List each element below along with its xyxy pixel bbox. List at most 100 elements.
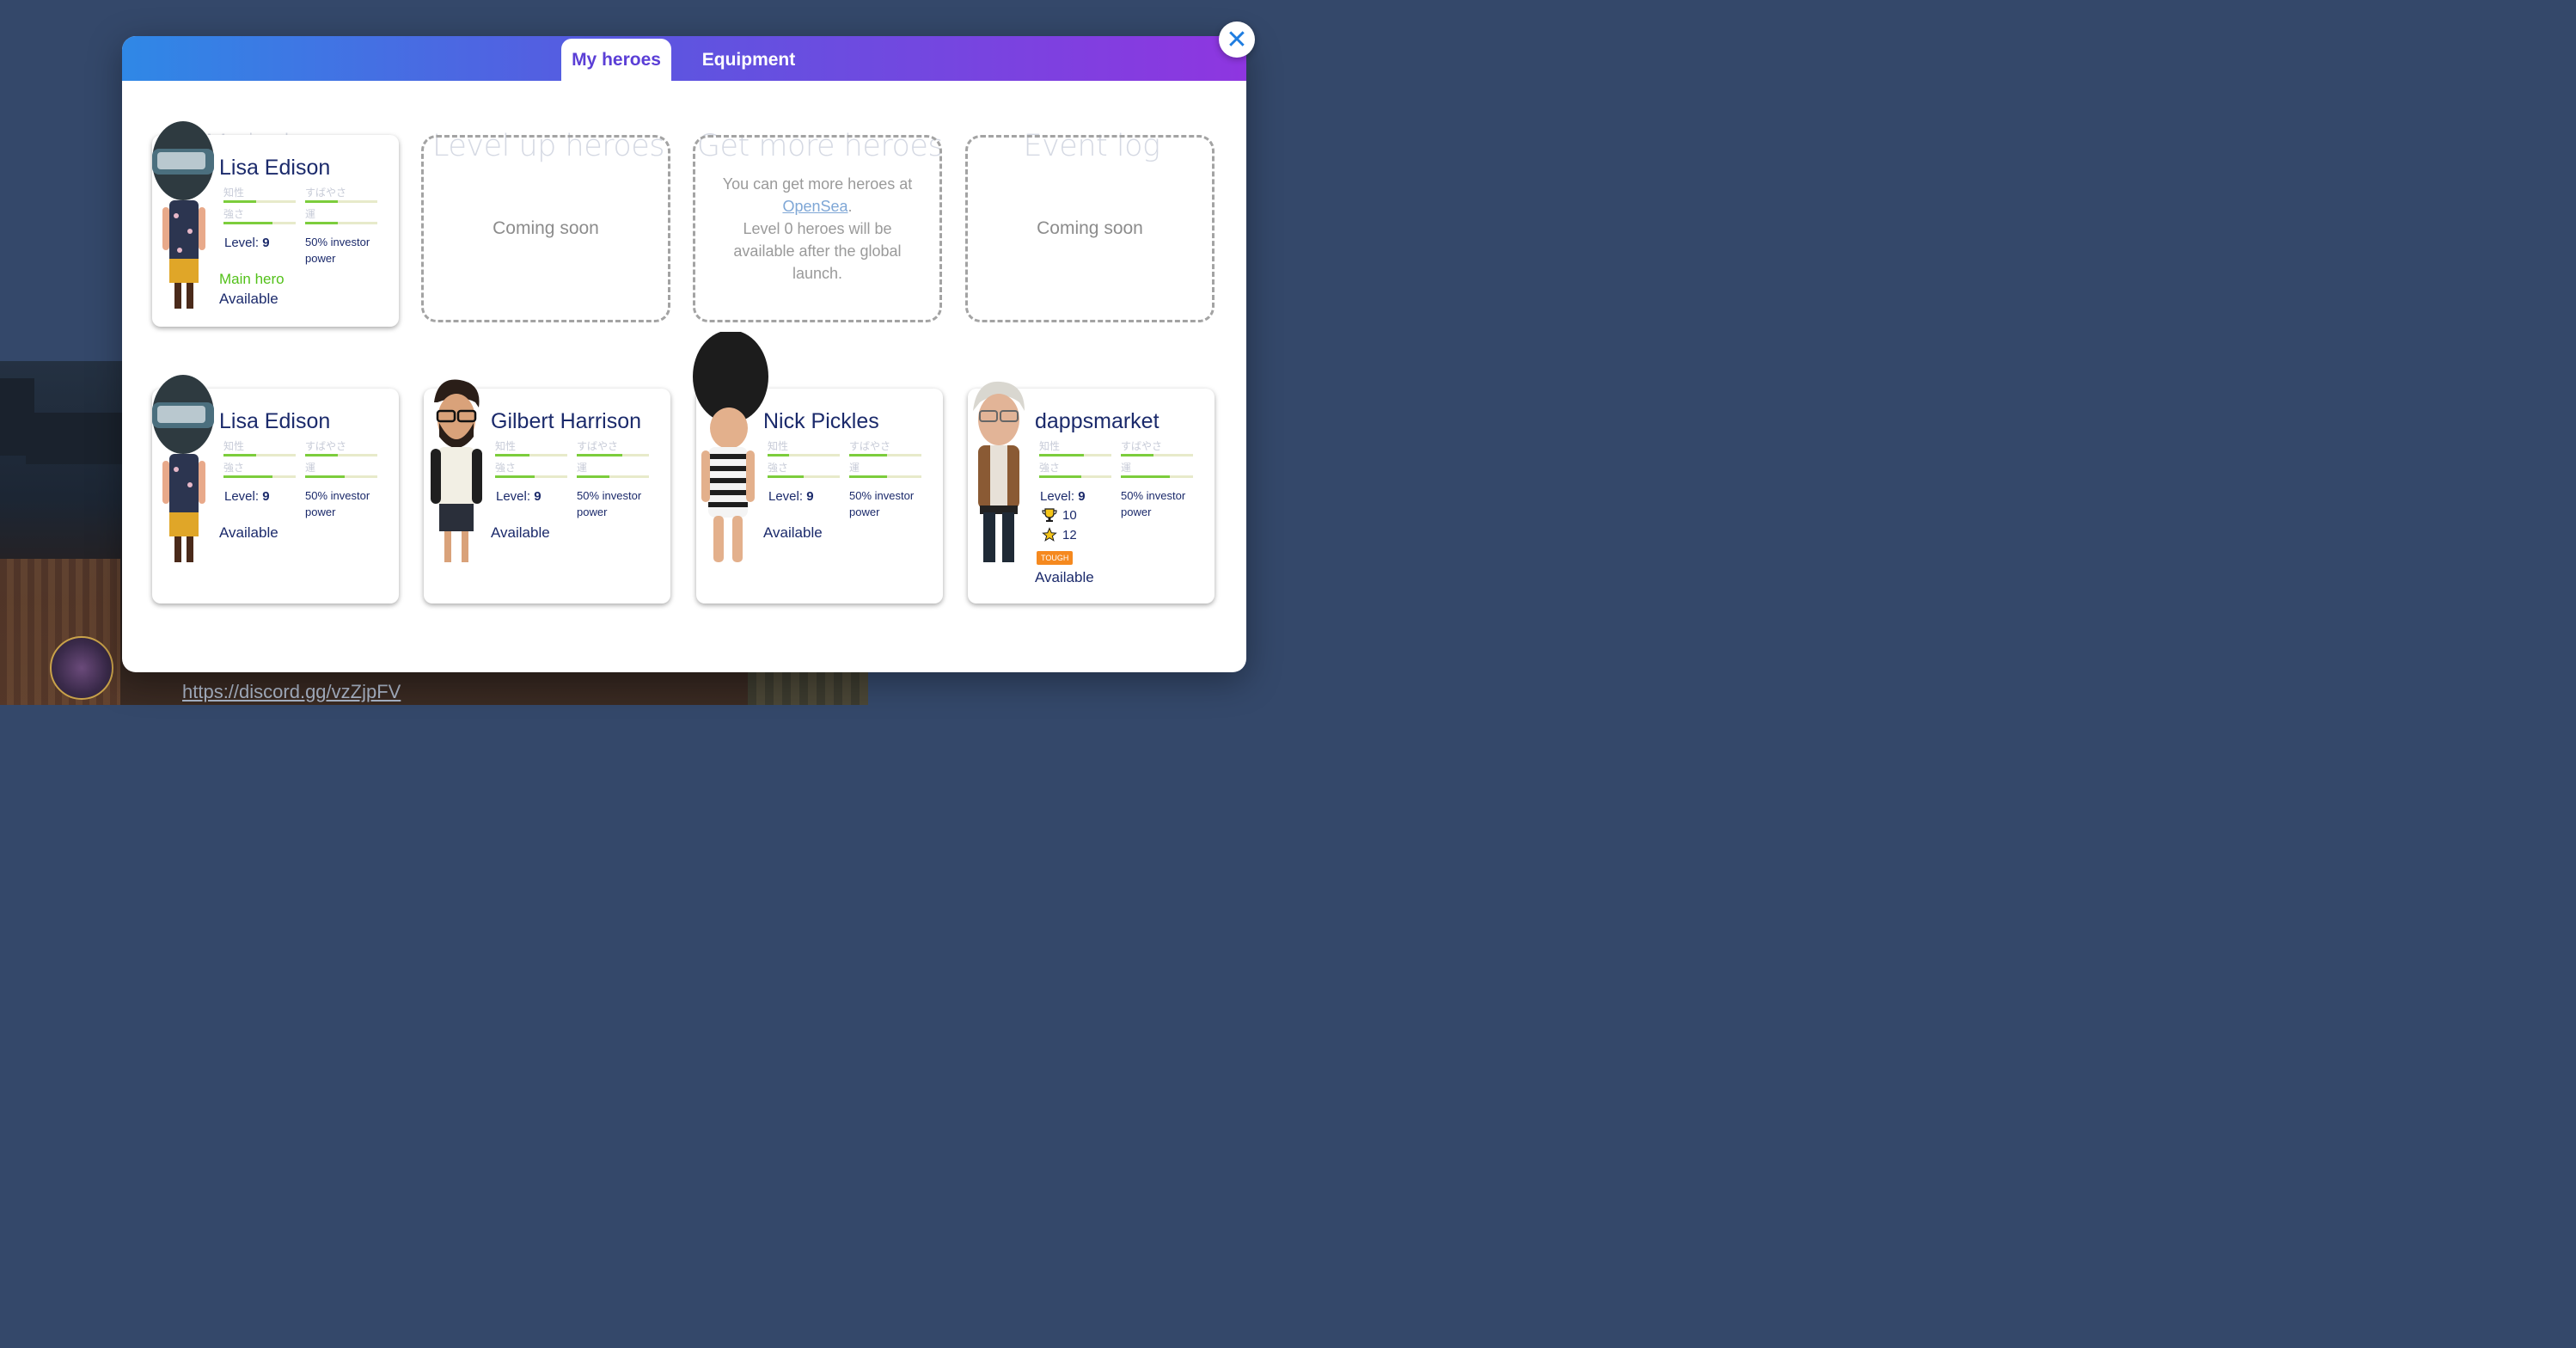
hero-avatar-lisa-edison: [152, 375, 214, 562]
stat-intelligence: 知性: [495, 438, 567, 456]
stat-bar: [1039, 475, 1111, 478]
coming-soon-text: Coming soon: [493, 218, 599, 238]
stat-bar-fill: [305, 200, 338, 203]
opensea-link[interactable]: OpenSea: [782, 198, 847, 215]
tab-equipment[interactable]: Equipment: [689, 39, 808, 81]
investor-power: 50% investor power: [305, 236, 370, 265]
level-label: Level:: [1040, 489, 1079, 504]
get-more-heroes-box: You can get more heroes at OpenSea. Leve…: [693, 135, 942, 322]
stat-strength: 強さ: [495, 460, 567, 478]
stat-label: すばやさ: [305, 187, 347, 199]
level-label: Level:: [224, 236, 263, 250]
hero-name: Lisa Edison: [219, 409, 331, 433]
stat-intelligence: 知性: [768, 438, 840, 456]
hero-card[interactable]: Gilbert Harrison 知性 すばやさ 強さ 運 Level: 9 5…: [424, 379, 670, 604]
stat-bar: [223, 475, 296, 478]
stat-bar: [305, 200, 377, 203]
investor-power: 50% investor power: [849, 489, 915, 518]
background-building: [26, 413, 129, 464]
hero-level: Level: 9: [496, 489, 542, 504]
stat-bar-fill: [849, 454, 887, 456]
hero-avatar-gilbert-harrison: [431, 379, 482, 562]
coming-soon-text: Coming soon: [1037, 218, 1143, 238]
stat-bar-fill: [305, 222, 338, 224]
stat-bar: [305, 475, 377, 478]
hero-card[interactable]: Lisa Edison 知性 すばやさ 強さ 運 Level: 9 50% in…: [152, 375, 399, 604]
stat-luck: 運: [305, 206, 377, 224]
get-more-text: You can get more heroes at OpenSea. Leve…: [695, 173, 939, 285]
stat-bar-fill: [223, 222, 273, 224]
stat-speed: すばやさ: [305, 438, 377, 456]
main-hero-card[interactable]: Lisa Edison 知性 すばやさ 強さ 運 Level: 9 50% in…: [152, 121, 399, 327]
stat-label: すばやさ: [577, 440, 619, 452]
stat-label: すばやさ: [849, 440, 891, 452]
stat-bar-fill: [768, 475, 804, 478]
stat-label: 知性: [1039, 440, 1061, 452]
close-icon: ✕: [1226, 24, 1248, 55]
stat-strength: 強さ: [223, 460, 296, 478]
level-up-placeholder: Coming soon: [421, 135, 670, 322]
hero-card[interactable]: Nick Pickles 知性 すばやさ 強さ 運 Level: 9 50% i…: [693, 332, 943, 604]
stat-bar: [305, 454, 377, 456]
hero-level: Level: 9: [224, 236, 270, 250]
hero-avatar-dappsmarket: [973, 381, 1025, 562]
hero-card[interactable]: dappsmarket 知性 すばやさ 強さ 運 Level: 9 50% in…: [968, 381, 1215, 604]
stat-luck: 運: [849, 460, 921, 478]
stat-bar: [849, 475, 921, 478]
tab-bar: My heroes Equipment: [122, 36, 1246, 81]
stat-speed: すばやさ: [577, 438, 649, 456]
tab-my-heroes[interactable]: My heroes: [561, 39, 671, 81]
stat-label: 運: [1121, 462, 1132, 474]
investor-power: 50% investor power: [1121, 489, 1186, 518]
stat-bar-fill: [495, 454, 530, 456]
crypto-emblem-icon: [50, 636, 113, 700]
stat-label: 運: [577, 462, 588, 474]
stat-speed: すばやさ: [849, 438, 921, 456]
stat-bar-fill: [223, 475, 273, 478]
hero-level: Level: 9: [768, 489, 814, 504]
trait-badge: TOUGH: [1037, 551, 1074, 565]
stat-bar: [495, 454, 567, 456]
stat-bar-fill: [768, 454, 790, 456]
stat-intelligence: 知性: [223, 438, 296, 456]
heroes-modal: My heroes Equipment Main hero Level up h…: [122, 36, 1246, 672]
stat-luck: 運: [305, 460, 377, 478]
hero-avatar-lisa-edison: [152, 121, 214, 309]
stat-bar: [1039, 454, 1111, 456]
level-value: 9: [262, 489, 270, 504]
stat-bar-fill: [849, 475, 887, 478]
level-value: 9: [1078, 489, 1086, 504]
investor-power: 50% investor power: [577, 489, 642, 518]
stat-label: 強さ: [768, 462, 789, 474]
discord-link[interactable]: https://discord.gg/vzZjpFV: [182, 681, 401, 703]
stat-label: 知性: [223, 440, 245, 452]
level-value: 9: [262, 236, 270, 250]
stat-bar-fill: [495, 475, 535, 478]
trophy-icon: [1042, 508, 1057, 522]
level-label: Level:: [496, 489, 535, 504]
hero-name: Gilbert Harrison: [491, 409, 642, 433]
close-button[interactable]: ✕: [1219, 21, 1255, 58]
main-hero-tag: Main hero: [219, 271, 285, 287]
availability-status: Available: [219, 291, 278, 307]
star-icon: [1042, 527, 1057, 542]
level-value: 9: [534, 489, 542, 504]
hero-name: Lisa Edison: [219, 156, 331, 180]
stat-luck: 運: [1121, 460, 1193, 478]
stat-label: 強さ: [1039, 462, 1061, 474]
stat-bar-fill: [1039, 454, 1085, 456]
stat-label: 運: [305, 462, 316, 474]
trophy-value: 10: [1062, 507, 1077, 523]
stat-bar: [1121, 475, 1193, 478]
stat-label: 知性: [768, 440, 789, 452]
stat-strength: 強さ: [1039, 460, 1111, 478]
stat-intelligence: 知性: [223, 185, 296, 203]
stat-speed: すばやさ: [305, 185, 377, 203]
hero-name: Nick Pickles: [763, 409, 879, 433]
stat-bar-fill: [1121, 454, 1153, 456]
availability-status: Available: [1035, 569, 1094, 585]
stat-bar: [768, 454, 840, 456]
stat-bar-fill: [577, 454, 622, 456]
stat-speed: すばやさ: [1121, 438, 1193, 456]
stat-bar: [223, 200, 296, 203]
